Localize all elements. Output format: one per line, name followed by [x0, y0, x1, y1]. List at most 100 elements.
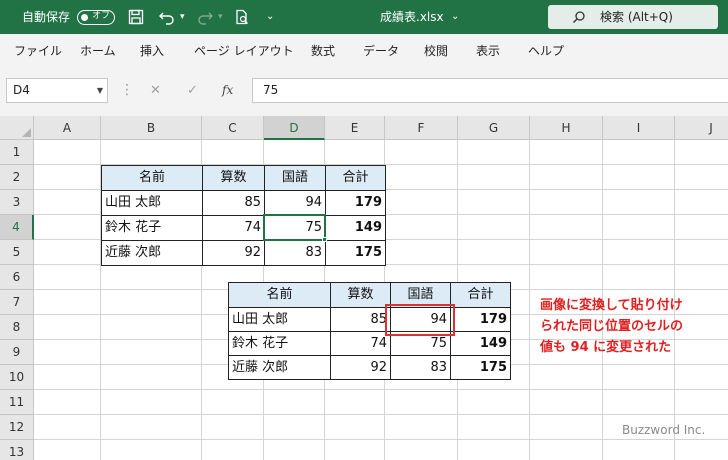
gridline [34, 389, 728, 390]
tab-data[interactable]: データ [363, 34, 399, 68]
cell-c2[interactable]: 算数 [203, 166, 264, 190]
picture-cell: 85 [370, 312, 387, 327]
formula-bar-area: D4 ▼ ⋮ ✕ ✓ fx 75 [0, 68, 728, 116]
customize-toolbar-icon[interactable]: ⌄ [266, 0, 274, 34]
picture-border [330, 283, 331, 379]
cell-b3[interactable]: 山田 太郎 [102, 191, 202, 215]
gridline [529, 140, 530, 460]
column-header-g[interactable]: G [458, 116, 530, 140]
column-header-i[interactable]: I [603, 116, 675, 140]
row-header-6[interactable]: 6 [0, 265, 34, 290]
cell-b4[interactable]: 鈴木 花子 [102, 216, 202, 240]
select-all-icon [22, 128, 31, 137]
gridline [34, 439, 728, 440]
annotation-line-2: られた同じ位置のセルの [540, 319, 684, 334]
row-header-7[interactable]: 7 [0, 290, 34, 315]
picture-cell: 92 [370, 360, 387, 375]
search-box[interactable]: 検索 (Alt+Q) [548, 5, 718, 29]
cell-c3[interactable]: 85 [203, 191, 264, 215]
tab-view[interactable]: 表示 [476, 34, 500, 68]
cell-b2[interactable]: 名前 [102, 166, 202, 190]
undo-icon[interactable] [158, 0, 176, 34]
column-header-b[interactable]: B [101, 116, 202, 140]
file-name: 成績表.xlsx [380, 10, 444, 24]
annotation-line-1: 画像に変換して貼り付け [540, 298, 683, 313]
picture-cell: 鈴木 花子 [232, 336, 289, 351]
tab-file[interactable]: ファイル [14, 34, 62, 68]
row-header-3[interactable]: 3 [0, 190, 34, 215]
filename-dropdown-icon[interactable]: ⌄ [451, 0, 459, 34]
name-box[interactable]: D4 ▼ [6, 78, 108, 103]
undo-dropdown-icon[interactable]: ▾ [180, 0, 185, 34]
column-header-j[interactable]: J [675, 116, 728, 140]
row-header-10[interactable]: 10 [0, 365, 34, 390]
select-all-button[interactable] [0, 116, 34, 140]
table-border [101, 240, 386, 241]
tab-help[interactable]: ヘルプ [528, 34, 564, 68]
row-header-8[interactable]: 8 [0, 315, 34, 340]
more-options-icon[interactable]: ⋮ [120, 78, 134, 103]
column-header-e[interactable]: E [325, 116, 385, 140]
watermark: Buzzword Inc. [622, 423, 706, 437]
picture-cell: 83 [430, 360, 447, 375]
cell-d5[interactable]: 83 [265, 241, 325, 265]
row-header-1[interactable]: 1 [0, 140, 34, 165]
tab-formulas[interactable]: 数式 [311, 34, 335, 68]
table-border [101, 165, 386, 166]
insert-function-icon[interactable]: fx [222, 78, 233, 103]
picture-border [229, 355, 510, 356]
row-header-13[interactable]: 13 [0, 440, 34, 460]
name-box-dropdown-icon[interactable]: ▼ [97, 79, 103, 102]
picture-border [229, 307, 510, 308]
title-bar: 自動保存 オフ ▾ ▾ ⌄ 成績表.xlsx ⌄ 検索 (Alt+Q) [0, 0, 728, 34]
column-header-h[interactable]: H [530, 116, 603, 140]
cell-e3[interactable]: 179 [326, 191, 385, 215]
column-header-c[interactable]: C [202, 116, 264, 140]
table-border [101, 190, 386, 191]
fill-handle[interactable] [322, 237, 327, 242]
cell-b5[interactable]: 近藤 次郎 [102, 241, 202, 265]
cell-c4[interactable]: 74 [203, 216, 264, 240]
cell-d3[interactable]: 94 [265, 191, 325, 215]
tab-home[interactable]: ホーム [80, 34, 116, 68]
cell-d4[interactable]: 75 [265, 216, 325, 240]
picture-cell: 175 [479, 360, 507, 375]
cell-e2[interactable]: 合計 [326, 166, 385, 190]
cell-e5[interactable]: 175 [326, 241, 385, 265]
tab-insert[interactable]: 挿入 [140, 34, 164, 68]
ribbon-tabs: ファイル ホーム 挿入 ページ レイアウト 数式 データ 校閲 表示 ヘルプ [0, 34, 728, 68]
column-header-d[interactable]: D [264, 116, 325, 140]
table-border [101, 265, 386, 266]
print-preview-icon[interactable] [234, 0, 250, 34]
column-header-a[interactable]: A [34, 116, 101, 140]
table-border [101, 215, 386, 216]
picture-header-total: 合計 [451, 283, 510, 307]
table-border [264, 165, 265, 266]
formula-input[interactable]: 75 [252, 78, 728, 103]
cell-d2[interactable]: 国語 [265, 166, 325, 190]
pasted-table-image[interactable]: 名前 算数 国語 合計 山田 太郎 85 94 179 鈴木 花子 74 75 … [228, 282, 511, 380]
autosave-toggle[interactable]: オフ [77, 10, 115, 25]
row-header-2[interactable]: 2 [0, 165, 34, 190]
cell-c5[interactable]: 92 [203, 241, 264, 265]
picture-cell: 179 [479, 312, 507, 327]
cancel-icon: ✕ [150, 83, 161, 98]
row-header-4[interactable]: 4 [0, 215, 34, 240]
table-border [325, 165, 326, 266]
picture-cell: 74 [370, 336, 387, 351]
save-icon[interactable] [128, 0, 144, 34]
row-header-11[interactable]: 11 [0, 390, 34, 415]
row-header-5[interactable]: 5 [0, 240, 34, 265]
picture-border [229, 331, 510, 332]
column-header-f[interactable]: F [385, 116, 458, 140]
picture-cell: 149 [479, 336, 507, 351]
tab-review[interactable]: 校閲 [424, 34, 448, 68]
autosave-label: 自動保存 [22, 10, 71, 24]
row-header-12[interactable]: 12 [0, 415, 34, 440]
picture-header-name: 名前 [229, 283, 330, 307]
table-border [202, 165, 203, 266]
tab-page-layout[interactable]: ページ レイアウト [194, 34, 294, 68]
annotation-line-3: 値も 94 に変更された [540, 340, 672, 355]
row-header-9[interactable]: 9 [0, 340, 34, 365]
cell-e4[interactable]: 149 [326, 216, 385, 240]
